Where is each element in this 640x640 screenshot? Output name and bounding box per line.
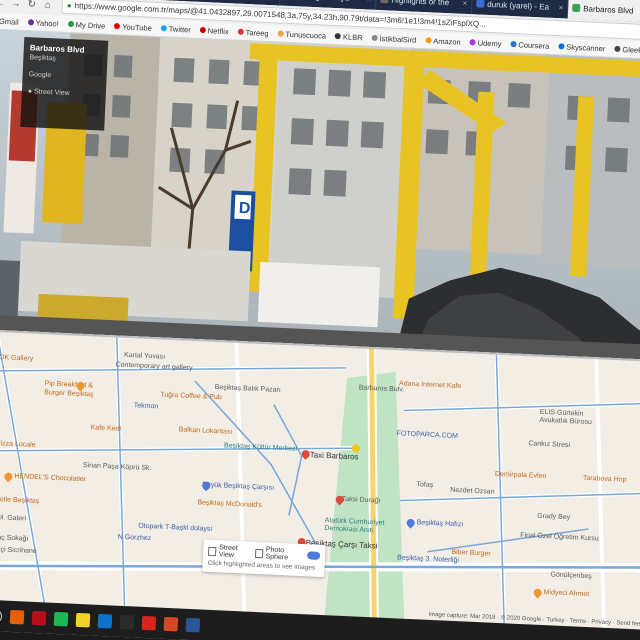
map-place-label[interactable]: Grady Bey [537,513,570,521]
lock-icon: ● [66,0,72,11]
tab-close-icon[interactable]: × [462,0,467,7]
street-view-checkbox[interactable] [208,546,217,556]
street-view-mode-text: Street View [33,88,70,98]
tab-label: Barbaros Blvd [583,3,634,16]
bookmark-favicon-icon [334,33,342,40]
forward-arrow-icon[interactable]: → [8,0,24,9]
bookmark-label: Coursera [518,39,550,51]
bookmark-favicon-icon [199,26,206,34]
taskbar-search-icon[interactable] [0,608,3,624]
layer-toggle[interactable] [306,551,321,560]
reload-icon[interactable]: ↻ [24,0,40,10]
home-icon[interactable]: ⌂ [40,0,56,11]
tab-favicon-icon [572,3,581,13]
bookmark-label: İstikbalSird [379,33,417,45]
bookmark-favicon-icon [277,30,284,37]
bookmark-item[interactable]: YouTube [114,21,152,33]
bookmark-label: Gleek Print [622,44,640,56]
bookmark-item[interactable]: KLBR [334,31,363,42]
place-title: Barbaros Blvd [29,43,85,55]
map-place-label[interactable]: N Gorzhez [118,534,152,543]
photo-sphere-layer-label: Photo Sphere [265,546,289,562]
taskbar-filezilla-icon[interactable] [31,610,47,626]
street-view-layer-panel[interactable]: Street View Photo Sphere Click highlight… [202,539,326,578]
map-place-label[interactable]: Tofaş [416,481,433,489]
bookmark-item[interactable]: Tunuscuoca [277,29,326,40]
bookmark-label: Yahoo! [35,17,60,28]
map-place-label[interactable]: Tekmon [134,402,159,410]
bookmark-item[interactable]: Coursera [510,39,550,51]
tab-favicon-icon [476,0,485,8]
bookmark-label: Amazon [433,35,461,47]
map-view[interactable]: B BLOK GalleryKartal YuvasıContemporary … [0,329,640,633]
bookmark-item[interactable]: Udemy [469,38,502,49]
map-place-label[interactable]: Ortaç Sokağı [0,534,29,543]
map-place-label[interactable]: Gbl. Galeri [0,514,26,523]
map-place-label[interactable]: Kafe Kedi [91,424,122,432]
bookmark-favicon-icon [558,43,565,50]
bookmark-item[interactable]: My Drive [67,19,106,31]
bookmark-favicon-icon [614,45,621,52]
bookmark-favicon-icon [425,37,432,44]
bookmark-label: YouTube [122,21,152,33]
taskbar-spotify-icon[interactable] [53,611,69,627]
taskbar-store-icon[interactable] [97,613,113,629]
bookmark-label: Gmail [0,16,19,27]
bookmark-favicon-icon [510,40,517,48]
tab-label: Tareng - ortaya [295,0,349,2]
bookmark-item[interactable]: Skyscanner [558,42,606,53]
taskbar-powerpoint-icon[interactable] [163,616,179,631]
bookmark-label: My Drive [75,19,106,31]
tab-label: Highlights or the [391,0,450,7]
bookmark-favicon-icon [237,28,244,35]
bookmark-item[interactable]: İstikbalSird [371,33,416,44]
bookmark-favicon-icon [160,25,167,32]
taskbar-word-icon[interactable] [185,617,201,632]
bookmark-label: KLBR [342,31,363,42]
bookmark-item[interactable]: Twitter [160,23,192,34]
browser-window: cipremvellum.net/cev×Annotated Biblio×Co… [0,0,640,640]
bookmark-item[interactable]: Tareeg [237,27,269,38]
tab-close-icon[interactable]: × [367,0,372,3]
bookmark-label: Twitter [168,23,192,34]
bookmark-item[interactable]: Netflix [199,25,229,36]
photo-sphere-checkbox[interactable] [254,548,263,558]
bookmark-label: Udemy [477,38,502,49]
map-place-label[interactable]: B BLOK Gallery [0,353,33,362]
bookmark-item[interactable]: Gleek Print [614,44,640,55]
taskbar-firefox-icon[interactable] [9,609,25,625]
tab-close-icon[interactable]: × [558,3,563,12]
place-district: Beşiktaş [29,54,57,63]
map-place-label[interactable]: Çiçekçi Sicrihane [0,546,37,555]
bookmark-item[interactable]: Gmail [0,16,19,26]
bookmark-favicon-icon [114,23,121,30]
taskbar-sticky-notes-icon[interactable] [75,612,91,628]
tab-label: duruk (yarel) - Ea [487,0,550,12]
provider-label: Google [28,71,52,80]
svg-text:D: D [238,200,250,218]
map-roads [0,331,640,633]
bookmark-favicon-icon [27,19,34,26]
bookmark-favicon-icon [469,39,476,46]
bookmark-label: Skyscanner [566,42,606,53]
taskbar-media-icon[interactable] [119,614,135,630]
bookmark-label: Netflix [207,25,229,36]
street-view-info-card[interactable]: Barbaros Blvd Beşiktaş Google ● Street V… [20,36,109,131]
map-place-label[interactable]: Pizza Locale [0,440,36,449]
tab-favicon-icon [380,0,389,4]
bookmark-item[interactable]: Yahoo! [27,18,59,28]
bookmark-favicon-icon [67,20,74,28]
bookmark-item[interactable]: Amazon [425,35,461,47]
bookmark-favicon-icon [371,34,378,41]
street-view-mode-label: ● Street View [27,88,70,98]
street-view-layer-label: Street View [218,544,238,559]
taskbar-acrobat-icon[interactable] [141,615,157,631]
bookmark-label: Tunuscuoca [285,29,327,41]
street-view-panorama[interactable]: D Barbaros Blvd Beşiktaş Google ● Street… [0,29,640,361]
bookmark-label: Tareeg [245,27,269,38]
